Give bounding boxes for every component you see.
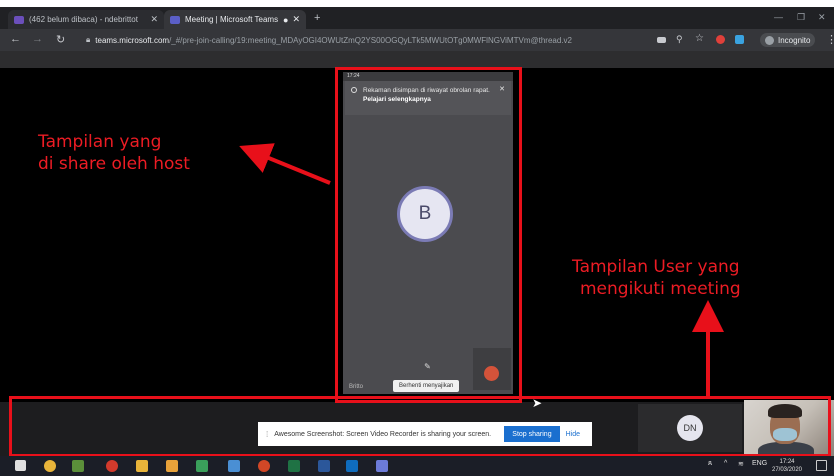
language-indicator[interactable]: ENG — [752, 460, 767, 467]
opera-icon[interactable] — [106, 460, 118, 472]
chrome-icon[interactable] — [44, 460, 56, 472]
teams-app-icon[interactable] — [72, 460, 84, 472]
file-explorer-icon[interactable] — [136, 460, 148, 472]
outlook-icon[interactable] — [346, 460, 358, 472]
clock-date: 27/03/2020 — [771, 467, 803, 473]
taskbar-clock[interactable]: 17:24 27/03/2020 — [770, 458, 804, 474]
arrow-to-shared-screen — [239, 143, 331, 185]
wifi-icon[interactable]: ≋ — [738, 460, 744, 468]
tray-expand-icon[interactable]: ^ — [724, 460, 727, 467]
green-app-icon[interactable] — [196, 460, 208, 472]
paint-icon[interactable] — [376, 460, 388, 472]
windows-taskbar: ጸ ^ ≋ ENG 17:24 27/03/2020 — [0, 456, 834, 476]
sticky-app-icon[interactable] — [166, 460, 178, 472]
blue-app-icon[interactable] — [228, 460, 240, 472]
people-icon[interactable]: ጸ — [708, 460, 712, 468]
clock-time: 17:24 — [779, 459, 795, 465]
powerpoint-icon[interactable] — [258, 460, 270, 472]
excel-icon[interactable] — [288, 460, 300, 472]
annotation-arrows — [239, 143, 724, 396]
windows-start-icon[interactable] — [15, 460, 26, 471]
word-icon[interactable] — [318, 460, 330, 472]
notification-icon[interactable] — [816, 460, 827, 471]
